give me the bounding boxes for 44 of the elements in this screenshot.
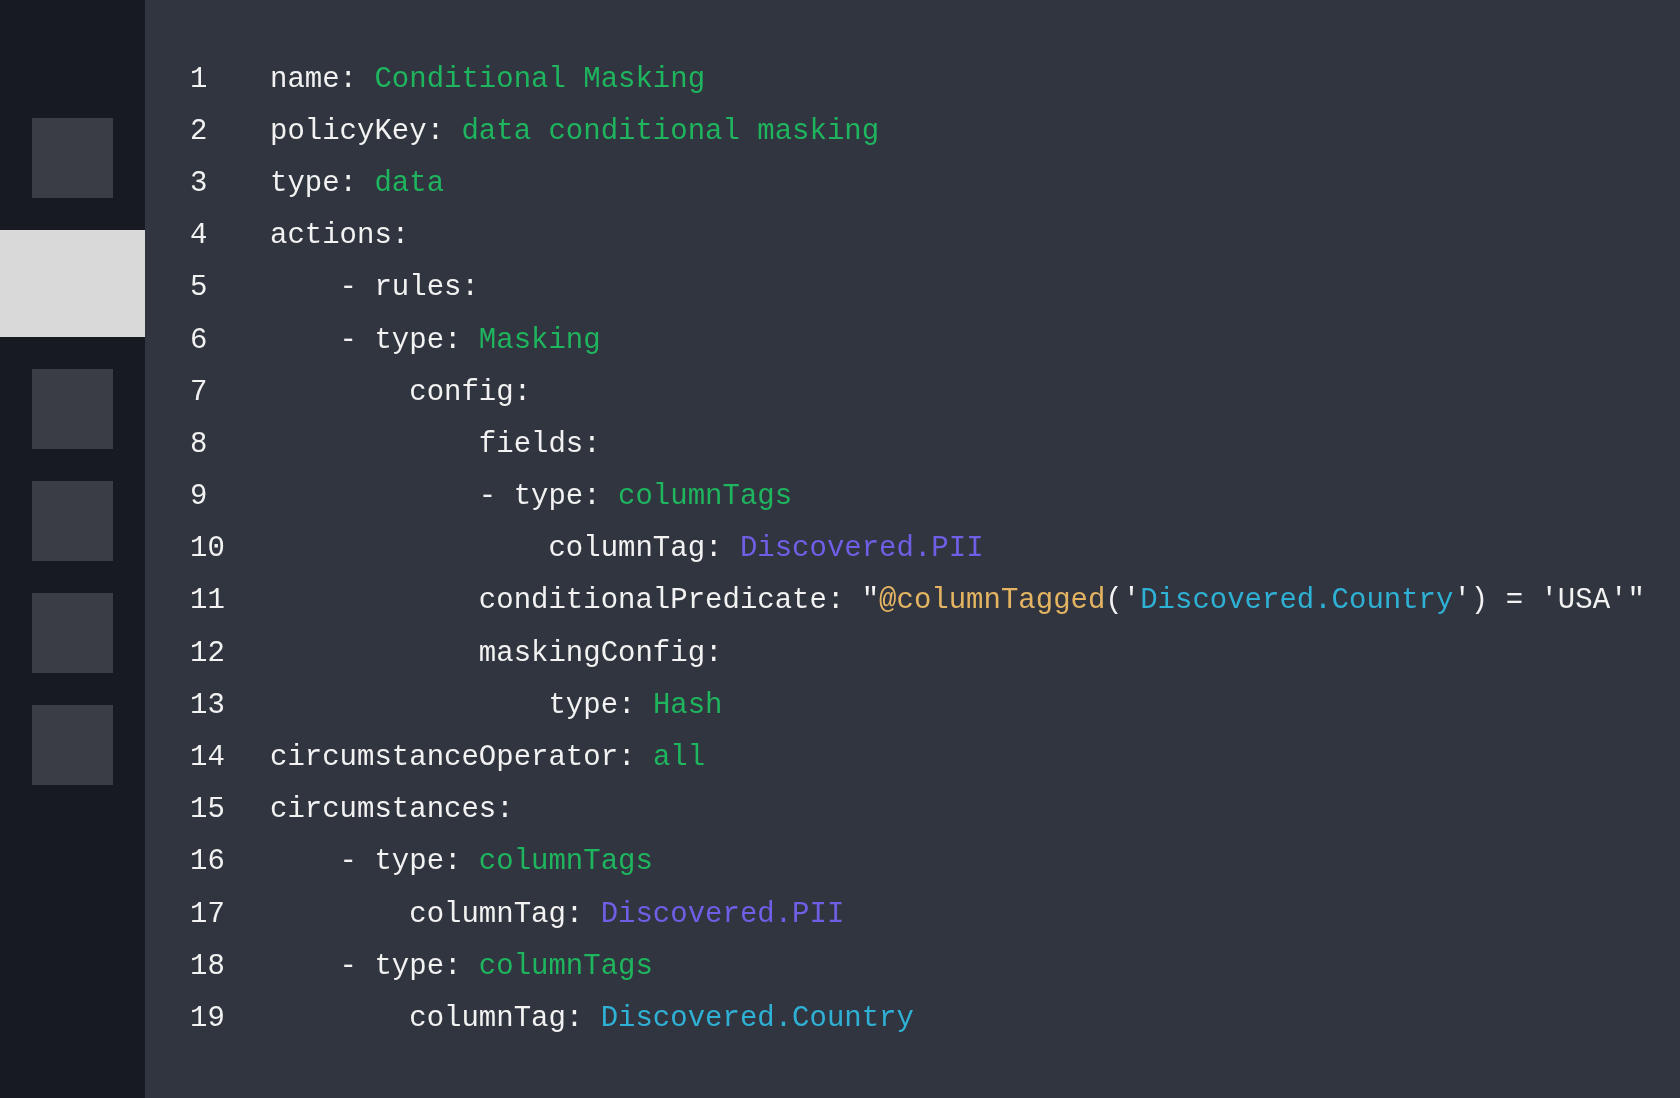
line-number: 18 xyxy=(190,949,225,983)
line-number: 16 xyxy=(190,845,225,879)
code-line: columnTag: Discovered.PII xyxy=(547,532,984,566)
nav-item[interactable] xyxy=(32,705,113,785)
code-line: type: Hash xyxy=(547,688,723,722)
code-line: fields: xyxy=(477,427,601,461)
code-line: - rules: xyxy=(338,271,479,305)
nav-item[interactable] xyxy=(32,369,113,449)
code-line: conditionalPredicate: "@columnTagged('Discovered.Country') = 'USA'" xyxy=(477,584,1645,618)
line-number: 5 xyxy=(190,271,208,305)
line-number: 17 xyxy=(190,897,225,931)
line-number: 4 xyxy=(190,219,208,253)
line-number: 3 xyxy=(190,166,208,200)
line-number: 19 xyxy=(190,1001,225,1035)
line-number: 2 xyxy=(190,114,208,148)
code-line: type: data xyxy=(270,166,445,200)
code-line: circumstances: xyxy=(270,793,514,827)
code-line: circumstanceOperator: all xyxy=(270,741,706,775)
code-line: name: Conditional Masking xyxy=(270,62,706,96)
line-number: 14 xyxy=(190,741,225,775)
line-number: 7 xyxy=(190,375,208,409)
code-line: columnTag: Discovered.PII xyxy=(408,897,845,931)
code-line: - type: columnTags xyxy=(477,480,793,514)
line-number: 13 xyxy=(190,688,225,722)
code-line: - type: columnTags xyxy=(338,949,653,983)
line-number: 10 xyxy=(190,532,225,566)
code-line: config: xyxy=(408,375,532,409)
code-line: maskingConfig: xyxy=(477,636,723,670)
nav-item[interactable] xyxy=(32,118,113,198)
line-number: 11 xyxy=(190,584,225,618)
code-line: columnTag: Discovered.Country xyxy=(408,1001,914,1035)
nav-item[interactable] xyxy=(0,230,145,337)
nav-item[interactable] xyxy=(32,481,113,561)
line-number: 9 xyxy=(190,480,208,514)
line-number: 8 xyxy=(190,427,208,461)
code-line: actions: xyxy=(270,219,410,253)
code-line: - type: columnTags xyxy=(338,845,653,879)
line-number: 1 xyxy=(190,62,208,96)
code-line: - type: Masking xyxy=(338,323,601,357)
line-number: 15 xyxy=(190,793,225,827)
code-line: policyKey: data conditional masking xyxy=(270,114,880,148)
line-number: 12 xyxy=(190,636,225,670)
line-number: 6 xyxy=(190,323,208,357)
nav-item[interactable] xyxy=(32,593,113,673)
